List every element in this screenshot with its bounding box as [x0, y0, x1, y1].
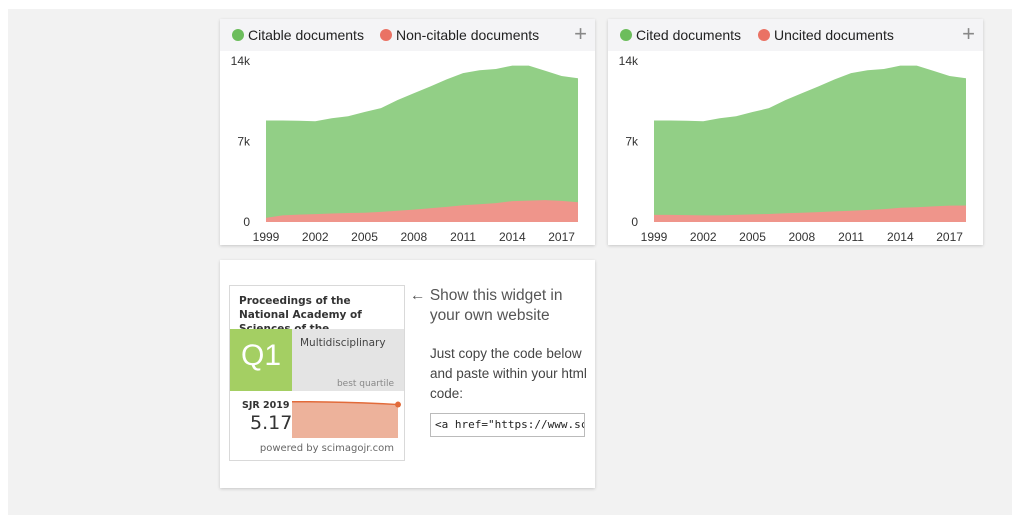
legend-dot-icon — [620, 29, 632, 41]
copy-instructions: Just copy the code below and paste withi… — [430, 346, 587, 401]
embed-code-input[interactable]: <a href="https://www.scimagojr.com/journ… — [430, 413, 585, 437]
y-tick-label: 0 — [631, 215, 638, 229]
y-tick-label: 0 — [243, 215, 250, 229]
quartile-badge: Q1 — [230, 329, 292, 391]
x-tick-label: 2002 — [302, 230, 329, 244]
sjr-sparkline — [292, 401, 401, 438]
legend-label: Cited documents — [636, 27, 742, 43]
legend-label: Uncited documents — [774, 27, 894, 43]
legend-dot-icon — [380, 29, 392, 41]
x-tick-label: 2005 — [351, 230, 378, 244]
citable-documents-card: Citable documents Non-citable documents … — [220, 19, 595, 245]
powered-by-label: powered by scimagojr.com — [259, 443, 394, 454]
y-tick-label: 14k — [231, 54, 251, 68]
x-tick-label: 2017 — [936, 230, 963, 244]
y-tick-label: 7k — [625, 135, 639, 149]
area-chart: 0 7k 14k 1999 2002 2005 2008 2011 2014 2017 — [231, 54, 578, 244]
page-background: Citable documents Non-citable documents … — [8, 9, 1012, 515]
expand-plus-icon[interactable]: + — [962, 22, 975, 46]
legend-cited[interactable]: Cited documents — [620, 27, 741, 43]
y-tick-label: 14k — [619, 54, 639, 68]
x-tick-label: 2017 — [548, 230, 575, 244]
x-tick-label: 2014 — [887, 230, 914, 244]
sparkline-end-dot — [395, 401, 401, 408]
sparkline-area — [292, 401, 398, 438]
x-tick-label: 1999 — [253, 230, 280, 244]
x-tick-label: 2011 — [838, 230, 864, 244]
sjr-year-label: SJR 2019 — [242, 400, 290, 411]
series-area-primary — [654, 65, 966, 222]
x-tick-label: 2014 — [499, 230, 526, 244]
series-area-primary — [266, 65, 578, 222]
x-tick-label: 2008 — [400, 230, 427, 244]
category-label: Multidisciplinary — [300, 337, 386, 349]
show-widget-text: Show this widget in your own website — [429, 287, 563, 324]
quartile-label: Q1 — [240, 339, 282, 372]
x-tick-label: 2005 — [739, 230, 766, 244]
legend-dot-icon — [232, 29, 244, 41]
area-chart: 0 7k 14k 1999 2002 2005 2008 2011 2014 2017 — [619, 54, 966, 244]
x-tick-label: 2011 — [450, 230, 476, 244]
show-widget-heading: ← Show this widget in your own website — [410, 286, 580, 326]
y-tick-label: 7k — [237, 135, 251, 149]
cited-documents-card: Cited documents Uncited documents + 0 7k 1… — [608, 19, 983, 245]
expand-plus-icon[interactable]: + — [574, 22, 587, 46]
left-arrow-icon: ← — [410, 287, 426, 304]
legend-citable[interactable]: Citable documents — [232, 27, 364, 43]
x-tick-label: 1999 — [641, 230, 668, 244]
x-tick-label: 2008 — [788, 230, 815, 244]
legend-dot-icon — [758, 29, 770, 41]
chart-legend-bar: Cited documents Uncited documents + — [608, 19, 983, 51]
legend-label: Non-citable documents — [396, 27, 540, 43]
sjr-widget-preview[interactable]: Proceedings of the National Academy of S… — [229, 285, 405, 461]
legend-uncited[interactable]: Uncited documents — [758, 27, 894, 43]
x-tick-label: 2002 — [690, 230, 717, 244]
category-box: Multidisciplinary best quartile — [292, 329, 404, 391]
chart-legend-bar: Citable documents Non-citable documents … — [220, 19, 595, 51]
sjr-widget-card: Proceedings of the National Academy of S… — [220, 260, 595, 488]
best-quartile-label: best quartile — [336, 379, 394, 389]
legend-label: Citable documents — [248, 27, 364, 43]
sjr-value: 5.17 — [250, 412, 293, 434]
legend-non-citable[interactable]: Non-citable documents — [380, 27, 539, 43]
